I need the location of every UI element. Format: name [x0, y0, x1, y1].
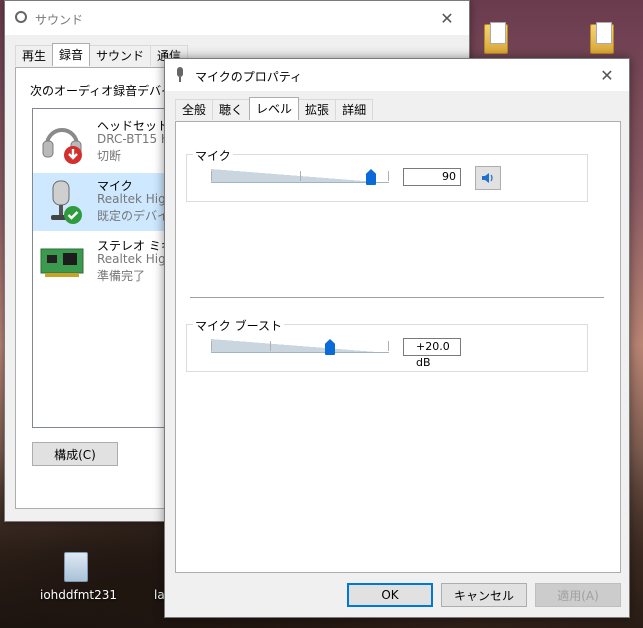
- device-state: 準備完了: [97, 269, 146, 283]
- tab-listen[interactable]: 聴く: [212, 99, 251, 120]
- sound-card-icon: [39, 239, 85, 285]
- device-state: 切断: [97, 149, 122, 163]
- headset-icon: [39, 119, 85, 165]
- levels-panel: マイク 90 マイク ブースト +20.0 dB: [175, 121, 621, 573]
- props-titlebar[interactable]: マイクのプロパティ ✕: [165, 59, 629, 91]
- mute-toggle-button[interactable]: [475, 166, 501, 190]
- ok-button[interactable]: OK: [347, 583, 433, 607]
- device-driver: Realtek High: [97, 252, 174, 266]
- desktop-folder-icon[interactable]: [484, 22, 508, 54]
- sound-app-icon: [15, 11, 27, 23]
- tab-playback[interactable]: 再生: [15, 45, 54, 66]
- mic-properties-window: マイクのプロパティ ✕ 全般 聴く レベル 拡張 詳細 マイク 90 マイク ブ…: [164, 58, 630, 618]
- tab-sounds[interactable]: サウンド: [89, 45, 152, 66]
- mic-level-value[interactable]: 90: [403, 168, 461, 186]
- apply-button[interactable]: 適用(A): [535, 583, 621, 607]
- close-icon[interactable]: ✕: [585, 59, 629, 91]
- mic-boost-value[interactable]: +20.0 dB: [403, 338, 461, 369]
- sound-titlebar[interactable]: サウンド ✕: [5, 1, 469, 35]
- tab-recording[interactable]: 録音: [52, 43, 91, 66]
- configure-button[interactable]: 構成(C): [32, 442, 118, 466]
- microphone-icon: [177, 67, 183, 83]
- tab-enhancements[interactable]: 拡張: [298, 99, 337, 120]
- mic-level-group: マイク 90: [186, 147, 588, 202]
- tab-general[interactable]: 全般: [175, 99, 214, 120]
- desktop-folder-icon[interactable]: [590, 22, 614, 54]
- device-driver: Realtek High: [97, 192, 174, 206]
- mic-level-label: マイク: [193, 147, 233, 164]
- props-window-title: マイクのプロパティ: [195, 70, 303, 84]
- tab-advanced[interactable]: 詳細: [335, 99, 374, 120]
- mic-boost-slider[interactable]: [211, 335, 389, 357]
- tab-levels[interactable]: レベル: [249, 97, 300, 120]
- mic-boost-group: マイク ブースト +20.0 dB: [186, 317, 588, 372]
- props-tabs: 全般 聴く レベル 拡張 詳細: [175, 97, 374, 120]
- mic-boost-label: マイク ブースト: [193, 317, 284, 334]
- speaker-icon: [482, 173, 493, 183]
- cancel-button[interactable]: キャンセル: [441, 583, 527, 607]
- mic-level-slider[interactable]: [211, 165, 389, 187]
- desktop-icon-label[interactable]: iohddfmt231: [40, 588, 117, 602]
- close-icon[interactable]: ✕: [425, 1, 469, 35]
- sound-tabs: 再生 録音 サウンド 通信: [15, 43, 189, 67]
- microphone-icon: [39, 179, 85, 225]
- sound-window-title: サウンド: [35, 13, 84, 27]
- divider: [190, 297, 604, 298]
- desktop-file-icon[interactable]: [64, 552, 88, 582]
